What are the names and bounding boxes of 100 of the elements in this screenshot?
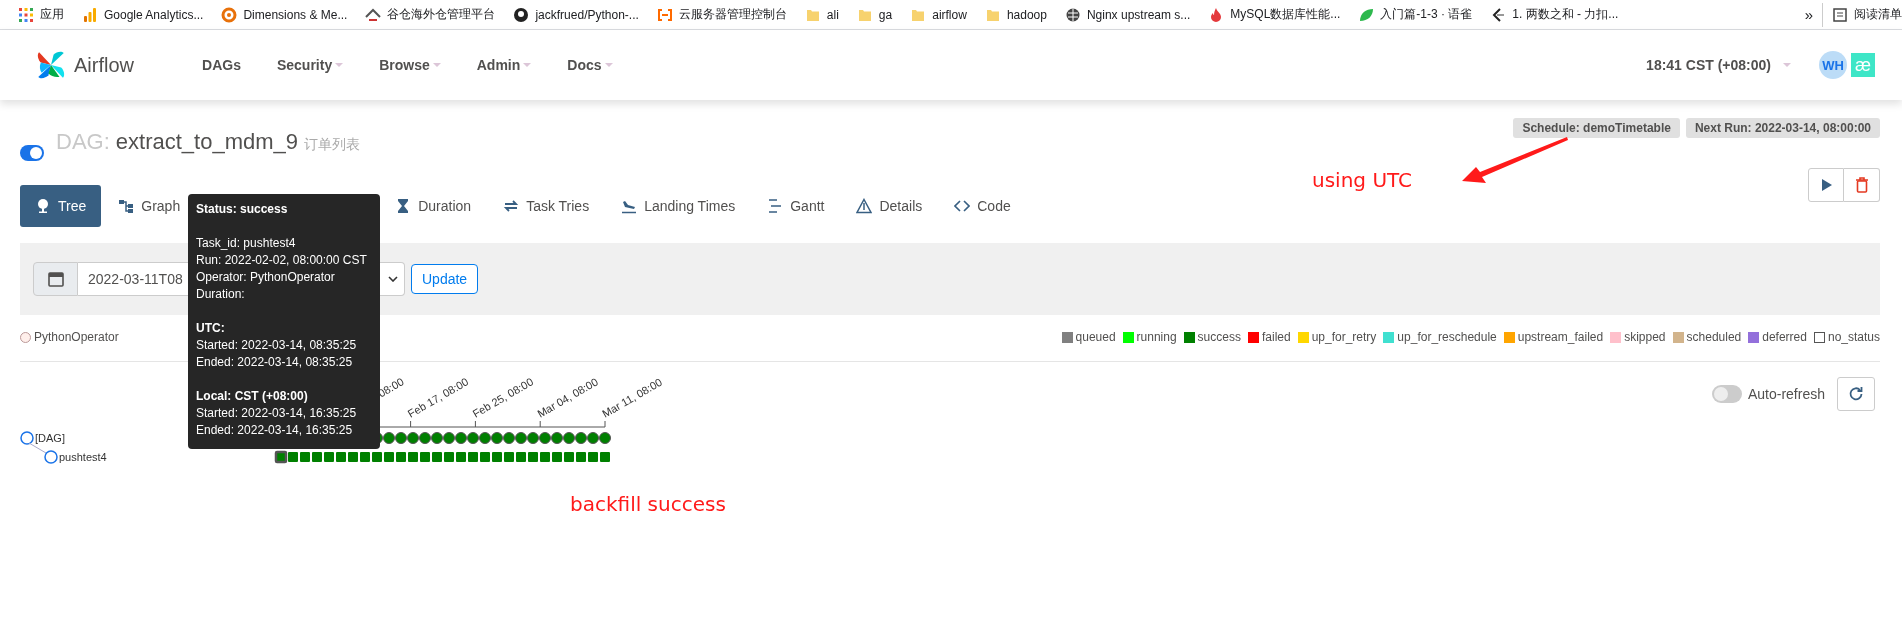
dag-run-circle[interactable]: [479, 432, 491, 444]
dag-run-circle[interactable]: [599, 432, 611, 444]
dag-run-circle[interactable]: [515, 432, 527, 444]
bracket-icon: [656, 6, 673, 23]
view-tab[interactable]: Gantt: [752, 185, 840, 227]
bookmark[interactable]: 入门篇-1-3 · 语雀: [1349, 2, 1482, 27]
leetcode-icon: [1490, 6, 1507, 23]
update-button[interactable]: Update: [411, 264, 479, 294]
bookmark[interactable]: 谷仓海外仓管理平台: [356, 2, 505, 27]
state-label: up_for_reschedule: [1397, 330, 1497, 345]
swap-arrows-icon: [503, 198, 520, 214]
state-label: no_status: [1827, 330, 1880, 345]
bookmark[interactable]: Dimensions & Me...: [212, 2, 357, 27]
delete-dag-button[interactable]: [1844, 168, 1880, 202]
bookmark[interactable]: MySQL数据库性能...: [1199, 2, 1350, 27]
state-label: failed: [1261, 330, 1291, 345]
view-tab[interactable]: Details: [841, 185, 938, 227]
state-label: deferred: [1762, 330, 1807, 345]
graph-icon: [118, 198, 135, 214]
nav-menu-item[interactable]: DAGs: [184, 45, 259, 85]
state-label: scheduled: [1686, 330, 1742, 345]
state-label: up_for_retry: [1311, 330, 1377, 345]
view-tab[interactable]: Tree: [20, 185, 102, 227]
dag-run-circle[interactable]: [551, 432, 563, 444]
tooltip-line: Ended: 2022-03-14, 08:35:25: [196, 354, 353, 371]
code-icon: [954, 198, 971, 214]
gantt-icon: [767, 198, 784, 214]
bookmark[interactable]: 应用: [9, 2, 73, 27]
bookmark[interactable]: airflow: [901, 2, 976, 27]
node-label[interactable]: [DAG]: [35, 432, 65, 444]
auto-refresh-toggle[interactable]: [1711, 385, 1742, 403]
dag-run-circle[interactable]: [587, 432, 599, 444]
dag-run-circle[interactable]: [419, 432, 431, 444]
tooltip-line: Task_id: pushtest4: [196, 235, 296, 252]
nav-menu-item[interactable]: Admin: [458, 45, 550, 85]
chevron-down-icon: [388, 276, 398, 282]
nav-menu-item[interactable]: Docs: [549, 45, 631, 85]
bookmark[interactable]: Nginx upstream s...: [1055, 2, 1200, 27]
dag-run-circle[interactable]: [383, 432, 395, 444]
more-bookmarks-button[interactable]: »: [1795, 2, 1822, 27]
view-tab[interactable]: Graph: [103, 185, 196, 227]
caret-icon: [1783, 63, 1791, 67]
dag-run-circle[interactable]: [575, 432, 587, 444]
triangle-icon: [856, 198, 873, 214]
state-label: upstream_failed: [1517, 330, 1604, 345]
reading-list-icon: [1832, 6, 1848, 23]
dag-run-circle[interactable]: [527, 432, 539, 444]
schedule-badge: Schedule: demoTimetable: [1513, 118, 1680, 138]
nav-menu-item[interactable]: Security: [258, 45, 362, 85]
tooltip-line: Started: 2022-03-14, 08:35:25: [196, 337, 357, 354]
reading-list-button[interactable]: 阅读清单: [1822, 2, 1902, 27]
tree-link-line: [28, 442, 47, 454]
bookmark[interactable]: 1. 两数之和 - 力扣...: [1481, 2, 1628, 27]
view-tab[interactable]: Landing Times: [606, 185, 751, 227]
pin-icon: [35, 198, 51, 214]
dag-run-circle[interactable]: [395, 432, 407, 444]
dag-run-circle[interactable]: [455, 432, 467, 444]
clock-menu[interactable]: 18:41 CST (+08:00): [1646, 57, 1791, 73]
globe-icon: [1064, 6, 1081, 23]
bookmark[interactable]: jackfrued/Python-...: [504, 2, 648, 27]
nav-menu-item[interactable]: Browse: [361, 45, 459, 85]
view-tab[interactable]: Duration: [389, 185, 487, 227]
plane-landing-icon: [621, 198, 638, 214]
calendar-button[interactable]: [33, 262, 78, 296]
dag-description: 订单列表: [304, 136, 360, 154]
dag-run-circle[interactable]: [503, 432, 515, 444]
bookmark[interactable]: ali: [795, 2, 848, 27]
bookmark[interactable]: ga: [847, 2, 902, 27]
bookmark[interactable]: hadoop: [975, 2, 1056, 27]
ring-icon: [221, 6, 238, 23]
bookmark[interactable]: Google Analytics...: [73, 2, 213, 27]
node-label[interactable]: pushtest4: [59, 451, 107, 463]
view-tab[interactable]: Task Tries: [488, 185, 605, 227]
pause-toggle[interactable]: [20, 145, 44, 161]
refresh-icon: [1848, 386, 1864, 402]
refresh-button[interactable]: [1837, 377, 1875, 411]
dag-id: extract_to_mdm_9: [115, 129, 298, 155]
task-instance-square[interactable]: [274, 450, 288, 464]
tooltip-line: Local: CST (+08:00): [196, 388, 308, 405]
calendar-icon: [47, 271, 64, 287]
tooltip-line: Status: success: [196, 201, 288, 218]
dag-run-circle[interactable]: [491, 432, 503, 444]
dag-run-circle[interactable]: [539, 432, 551, 444]
bar-chart-icon: [82, 6, 98, 23]
apps-grid-icon: [18, 6, 34, 23]
airflow-logo-link[interactable]: Airflow: [34, 48, 134, 82]
node-circle[interactable]: [44, 450, 58, 464]
dag-run-circle[interactable]: [563, 432, 575, 444]
dag-run-circle[interactable]: [431, 432, 443, 444]
node-circle[interactable]: [20, 431, 34, 445]
dag-run-circle[interactable]: [467, 432, 479, 444]
trash-icon: [1854, 177, 1869, 193]
play-icon: [1820, 178, 1832, 192]
dag-run-circle[interactable]: [443, 432, 455, 444]
toggle-label: Auto-refresh: [1747, 386, 1825, 402]
bookmark[interactable]: 云服务器管理控制台: [647, 2, 796, 27]
trigger-dag-button[interactable]: [1808, 168, 1844, 202]
tooltip-line: Operator: PythonOperator: [196, 269, 335, 286]
dag-run-circle[interactable]: [407, 432, 419, 444]
view-tab[interactable]: Code: [939, 185, 1026, 227]
